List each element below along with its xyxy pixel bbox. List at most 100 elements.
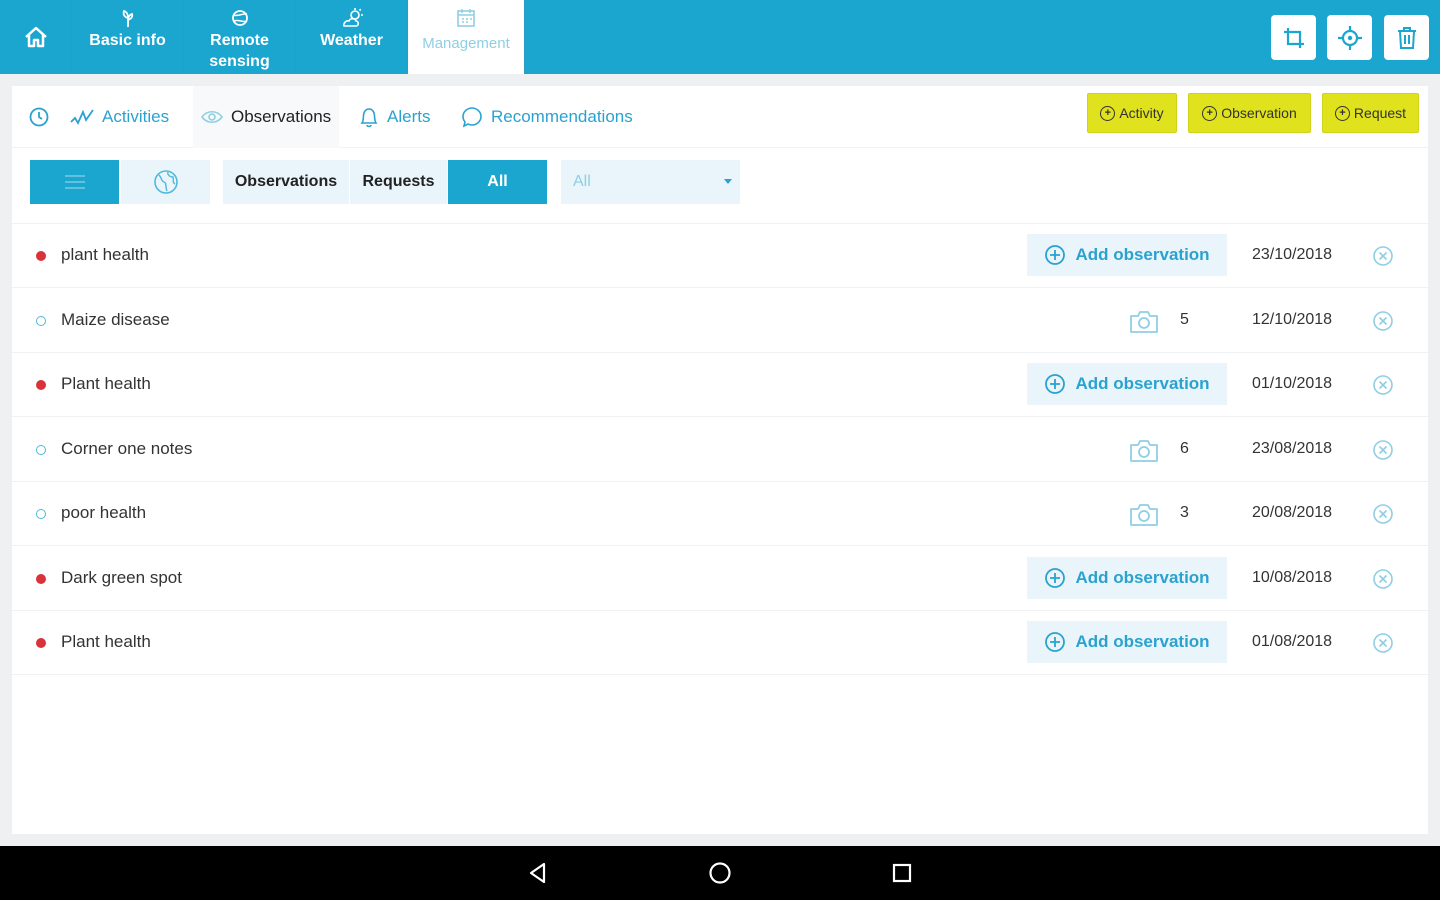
delete-circle-icon[interactable]: [1372, 632, 1394, 659]
add-activity-button[interactable]: + Activity: [1087, 93, 1177, 133]
delete-circle-icon[interactable]: [1372, 374, 1394, 401]
circle-home-icon: [709, 862, 731, 884]
plus-circle-icon: [1044, 244, 1066, 266]
button-label: Activity: [1119, 105, 1164, 121]
tab-remote-sensing[interactable]: Remote sensing: [184, 0, 296, 74]
management-panel: Activities Observations Alerts Recommend…: [12, 86, 1428, 834]
button-label: Add observation: [1075, 567, 1210, 587]
plant-icon: [122, 9, 133, 27]
plus-circle-icon: [1044, 373, 1066, 395]
satellite-icon: [231, 10, 248, 26]
filter-requests[interactable]: Requests: [350, 160, 447, 204]
add-observation-button[interactable]: Add observation: [1027, 556, 1227, 599]
add-observation-button[interactable]: Add observation: [1027, 363, 1227, 405]
tab-label: Management: [422, 35, 510, 52]
android-navigation-bar: [0, 846, 1440, 900]
table-row[interactable]: Maize disease 5 12/10/2018: [12, 289, 1428, 353]
locate-button[interactable]: [1327, 15, 1372, 60]
table-row[interactable]: plant health Add observation 23/10/2018: [12, 224, 1428, 288]
subtab-label: Alerts: [387, 107, 431, 126]
cloud-sun-icon: [342, 8, 363, 27]
delete-circle-icon[interactable]: [1372, 568, 1394, 595]
subtab-label: Observations: [231, 107, 332, 126]
subtab-label: Recommendations: [491, 107, 633, 126]
tab-weather[interactable]: Weather: [296, 0, 408, 74]
add-request-button[interactable]: + Request: [1322, 93, 1419, 133]
tab-label: Basic info: [89, 32, 166, 49]
row-title: Corner one notes: [61, 438, 193, 458]
tab-basic-info[interactable]: Basic info: [72, 0, 184, 74]
camera-icon: [1129, 437, 1159, 468]
plus-icon: +: [1100, 105, 1116, 121]
button-label: Add observation: [1075, 374, 1210, 393]
delete-circle-icon[interactable]: [1372, 503, 1394, 530]
photo-count: 3: [1180, 504, 1189, 521]
photo-count: 6: [1180, 439, 1189, 457]
filter-label: All: [487, 173, 508, 190]
history-button[interactable]: [28, 86, 50, 148]
tab-management[interactable]: Management: [408, 0, 525, 74]
clock-icon: [29, 107, 49, 127]
button-label: Add observation: [1075, 632, 1210, 651]
subtab-alerts[interactable]: Alerts: [359, 86, 430, 148]
subtab-observations[interactable]: Observations: [193, 86, 340, 148]
row-title: Maize disease: [61, 309, 170, 329]
locate-icon: [1337, 25, 1362, 50]
row-title: Plant health: [61, 632, 151, 651]
delete-circle-icon[interactable]: [1372, 310, 1394, 337]
back-icon: [529, 862, 546, 884]
delete-circle-icon[interactable]: [1372, 439, 1394, 466]
category-dropdown[interactable]: All: [561, 160, 740, 204]
add-observation-button[interactable]: Add observation: [1027, 234, 1227, 276]
photo-count: 5: [1180, 310, 1189, 328]
button-label: Observation: [1221, 105, 1297, 121]
recents-button[interactable]: [890, 861, 914, 890]
plus-icon: +: [1202, 105, 1218, 121]
home-button[interactable]: [0, 0, 72, 74]
list-view-toggle[interactable]: [30, 160, 119, 204]
add-observation-top-button[interactable]: + Observation: [1188, 93, 1311, 133]
subtab-recommendations[interactable]: Recommendations: [461, 86, 633, 148]
row-title: poor health: [61, 503, 147, 522]
row-title: plant health: [61, 245, 149, 264]
plus-circle-icon: [1044, 631, 1066, 653]
button-label: Request: [1353, 105, 1407, 121]
top-navigation: Basic info Remote sensing Weather Manage…: [0, 0, 1440, 74]
table-row[interactable]: Corner one notes 6 23/08/2018: [12, 418, 1428, 482]
row-title: Dark green spot: [61, 567, 182, 587]
row-date: 23/10/2018: [1252, 246, 1333, 263]
row-title: Plant health: [61, 374, 151, 393]
delete-field-button[interactable]: [1384, 15, 1429, 60]
row-date: 01/08/2018: [1252, 633, 1333, 650]
status-dot: [36, 573, 46, 584]
management-subtabs: Activities Observations Alerts Recommend…: [12, 86, 1428, 148]
crop-button[interactable]: [1271, 15, 1316, 60]
calendar-icon: [457, 9, 475, 27]
table-row[interactable]: poor health 3 20/08/2018: [12, 482, 1428, 546]
add-observation-button[interactable]: Add observation: [1027, 621, 1227, 663]
map-view-toggle[interactable]: [121, 160, 210, 204]
camera-icon: [1129, 308, 1159, 339]
table-row[interactable]: Dark green spot Add observation 10/08/2018: [12, 547, 1428, 611]
status-dot: [36, 251, 46, 261]
filter-observations[interactable]: Observations: [223, 160, 349, 204]
back-button[interactable]: [526, 861, 550, 890]
status-dot: [36, 509, 46, 519]
filter-all[interactable]: All: [448, 160, 547, 204]
delete-circle-icon[interactable]: [1372, 245, 1394, 272]
camera-icon: [1129, 501, 1159, 532]
row-date: 23/08/2018: [1252, 439, 1333, 457]
activity-icon: [70, 109, 94, 125]
table-row[interactable]: Plant health Add observation 01/08/2018: [12, 611, 1428, 675]
table-row[interactable]: Plant health Add observation 01/10/2018: [12, 353, 1428, 417]
list-icon: [64, 175, 85, 189]
filter-label: Observations: [234, 173, 338, 190]
globe-icon: [153, 170, 178, 194]
dropdown-value: All: [573, 173, 591, 190]
crop-icon: [1283, 27, 1304, 48]
tab-label-line2: sensing: [209, 53, 270, 70]
subtab-activities[interactable]: Activities: [70, 86, 169, 148]
status-dot: [36, 638, 46, 648]
home-nav-button[interactable]: [708, 861, 732, 890]
row-date: 20/08/2018: [1252, 504, 1333, 521]
